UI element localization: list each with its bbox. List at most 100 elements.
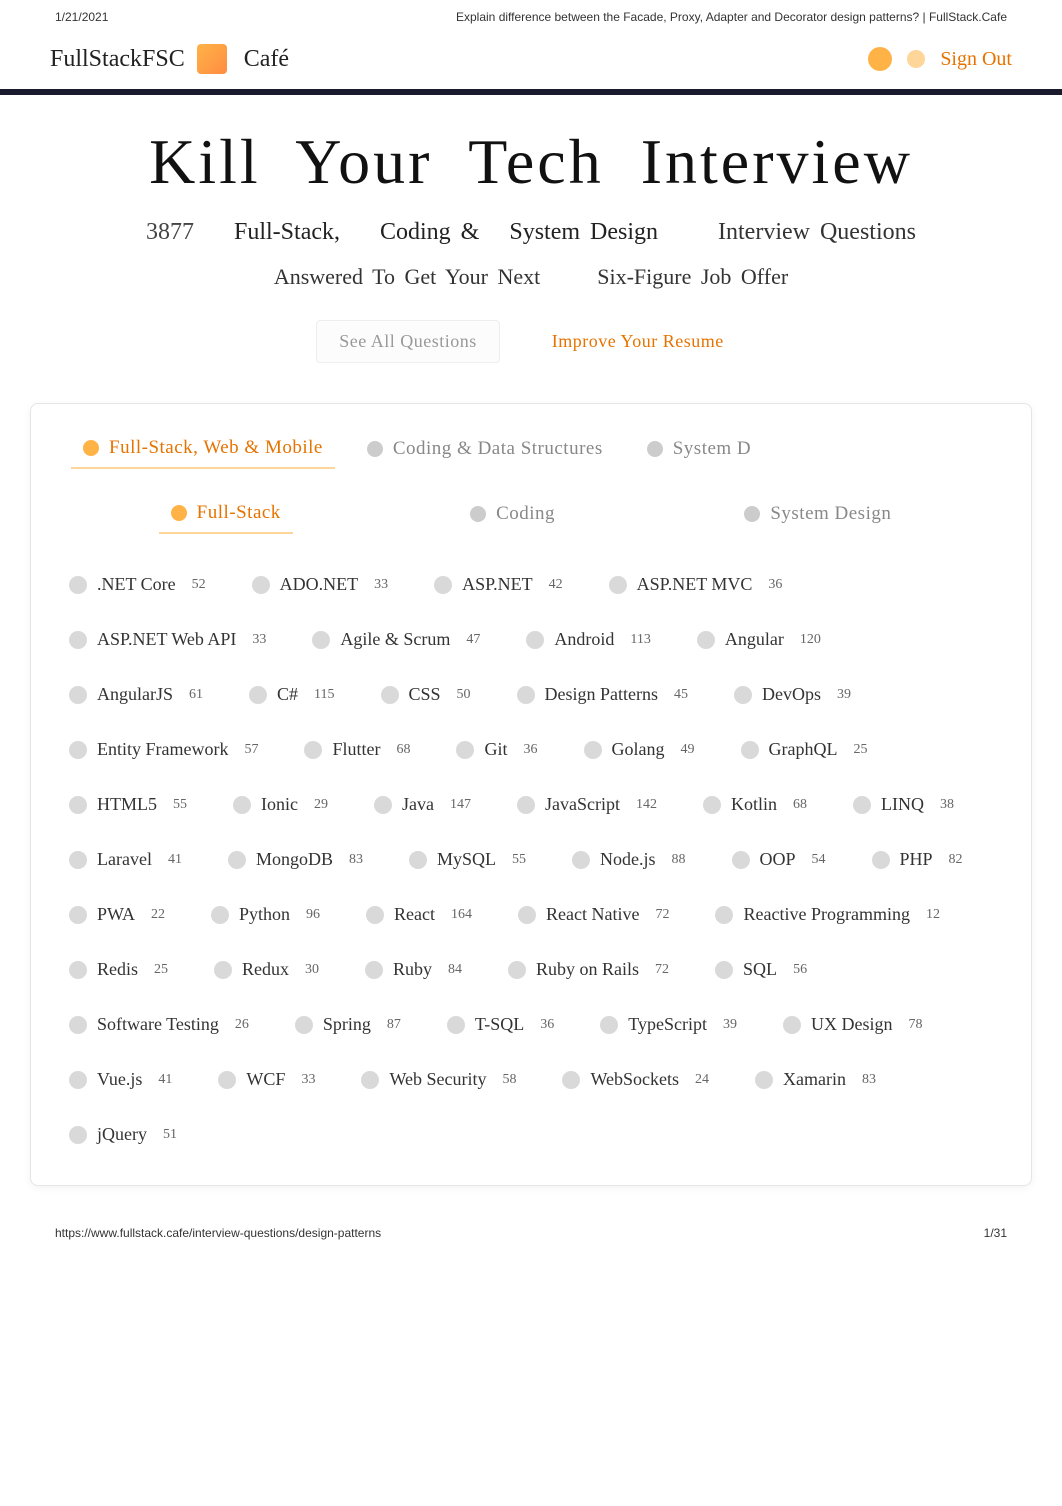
topic-item[interactable]: DevOps39: [726, 674, 859, 715]
topic-count: 29: [314, 797, 328, 813]
tab-top-0[interactable]: Full-Stack, Web & Mobile: [71, 429, 335, 469]
navbar: FullStackFSC Café Sign Out: [0, 29, 1062, 95]
topic-item[interactable]: Java147: [366, 784, 479, 825]
topic-item[interactable]: ASP.NET Web API33: [61, 619, 274, 660]
topic-item[interactable]: Golang49: [576, 729, 703, 770]
topic-name: LINQ: [881, 794, 924, 815]
avatar-icon[interactable]: [868, 47, 892, 71]
brand-sub: Café: [244, 46, 289, 73]
topic-item[interactable]: Redux30: [206, 949, 327, 990]
topic-item[interactable]: ASP.NET MVC36: [601, 564, 791, 605]
topic-name: Vue.js: [97, 1069, 142, 1090]
print-date: 1/21/2021: [55, 10, 108, 24]
topic-item[interactable]: Redis25: [61, 949, 176, 990]
bullet-icon: [304, 741, 322, 759]
topic-item[interactable]: HTML555: [61, 784, 195, 825]
topic-item[interactable]: Node.js88: [564, 839, 694, 880]
tab-top-2[interactable]: System D: [635, 429, 763, 469]
topic-item[interactable]: Software Testing26: [61, 1004, 257, 1045]
see-all-questions-button[interactable]: See All Questions: [316, 320, 500, 363]
signout-link[interactable]: Sign Out: [940, 48, 1012, 71]
tab-sub-2[interactable]: System Design: [732, 494, 903, 534]
topic-item[interactable]: Angular 120: [689, 619, 829, 660]
topic-name: JavaScript: [545, 794, 620, 815]
topic-name: Git: [484, 739, 507, 760]
topic-item[interactable]: CSS50: [373, 674, 479, 715]
topic-item[interactable]: Python96: [203, 894, 328, 935]
improve-resume-button[interactable]: Improve Your Resume: [530, 320, 746, 363]
topic-name: T-SQL: [475, 1014, 524, 1035]
topic-item[interactable]: T-SQL36: [439, 1004, 562, 1045]
bullet-icon: [69, 906, 87, 924]
topic-name: Ruby: [393, 959, 432, 980]
topic-item[interactable]: React Native72: [510, 894, 677, 935]
hero-subtitle-1: 3877 Full-Stack, Coding & System Design …: [40, 219, 1022, 246]
topic-item[interactable]: Git 36: [448, 729, 545, 770]
topic-item[interactable]: Flutter68: [296, 729, 418, 770]
logo-icon[interactable]: [197, 44, 227, 74]
topic-item[interactable]: Ruby on Rails72: [500, 949, 677, 990]
topic-name: React Native: [546, 904, 639, 925]
topic-item[interactable]: React164: [358, 894, 480, 935]
topic-item[interactable]: AngularJS61: [61, 674, 211, 715]
topic-item[interactable]: LINQ38: [845, 784, 962, 825]
topic-item[interactable]: OOP54: [724, 839, 834, 880]
topic-item[interactable]: Entity Framework57: [61, 729, 266, 770]
topic-item[interactable]: Spring87: [287, 1004, 409, 1045]
bullet-icon: [734, 686, 752, 704]
question-count: 3877: [146, 219, 194, 245]
topic-name: Angular: [725, 629, 784, 650]
topic-item[interactable]: WCF33: [210, 1059, 323, 1100]
bullet-icon: [600, 1016, 618, 1034]
brand-main[interactable]: FullStackFSC: [50, 46, 185, 73]
topic-item[interactable]: WebSockets24: [554, 1059, 717, 1100]
topic-item[interactable]: C#115: [241, 674, 343, 715]
topic-item[interactable]: Vue.js41: [61, 1059, 180, 1100]
topic-count: 51: [163, 1127, 177, 1143]
tab-sub-0[interactable]: Full-Stack: [159, 494, 293, 534]
topic-count: 33: [301, 1072, 315, 1088]
topic-item[interactable]: Xamarin83: [747, 1059, 884, 1100]
topic-item[interactable]: .NET Core52: [61, 564, 214, 605]
topic-item[interactable]: Ruby84: [357, 949, 470, 990]
topic-item[interactable]: Kotlin68: [695, 784, 815, 825]
topic-item[interactable]: UX Design78: [775, 1004, 931, 1045]
topic-count: 39: [723, 1017, 737, 1033]
topic-count: 50: [457, 687, 471, 703]
topic-count: 78: [908, 1017, 922, 1033]
topic-item[interactable]: jQuery51: [61, 1114, 185, 1155]
topic-item[interactable]: Web Security58: [353, 1059, 524, 1100]
notification-icon[interactable]: [907, 50, 925, 68]
bullet-icon: [732, 851, 750, 869]
bullet-icon: [218, 1071, 236, 1089]
topic-item[interactable]: Ionic29: [225, 784, 336, 825]
topic-count: 120: [800, 632, 821, 648]
topic-item[interactable]: Design Patterns45: [509, 674, 696, 715]
topic-item[interactable]: ADO.NET33: [244, 564, 397, 605]
topic-name: Redux: [242, 959, 289, 980]
topic-item[interactable]: Reactive Programming12: [707, 894, 947, 935]
bullet-icon: [69, 1016, 87, 1034]
topic-count: 22: [151, 907, 165, 923]
bullet-icon: [470, 506, 486, 522]
tab-top-1[interactable]: Coding & Data Structures: [355, 429, 615, 469]
topic-item[interactable]: PWA22: [61, 894, 173, 935]
topic-item[interactable]: PHP82: [864, 839, 971, 880]
topic-item[interactable]: Android113: [518, 619, 658, 660]
topic-item[interactable]: SQL56: [707, 949, 815, 990]
topic-count: 36: [524, 742, 538, 758]
topic-item[interactable]: Laravel41: [61, 839, 190, 880]
topic-item[interactable]: MongoDB83: [220, 839, 371, 880]
topic-item[interactable]: MySQL55: [401, 839, 534, 880]
topic-count: 82: [949, 852, 963, 868]
bullet-icon: [783, 1016, 801, 1034]
topic-count: 55: [173, 797, 187, 813]
topic-item[interactable]: JavaScript142: [509, 784, 665, 825]
topic-item[interactable]: TypeScript39: [592, 1004, 745, 1045]
topic-item[interactable]: Agile & Scrum47: [304, 619, 488, 660]
bullet-icon: [447, 1016, 465, 1034]
tab-sub-1[interactable]: Coding: [458, 494, 567, 534]
topic-item[interactable]: GraphQL25: [733, 729, 876, 770]
topic-count: 61: [189, 687, 203, 703]
topic-item[interactable]: ASP.NET42: [426, 564, 571, 605]
